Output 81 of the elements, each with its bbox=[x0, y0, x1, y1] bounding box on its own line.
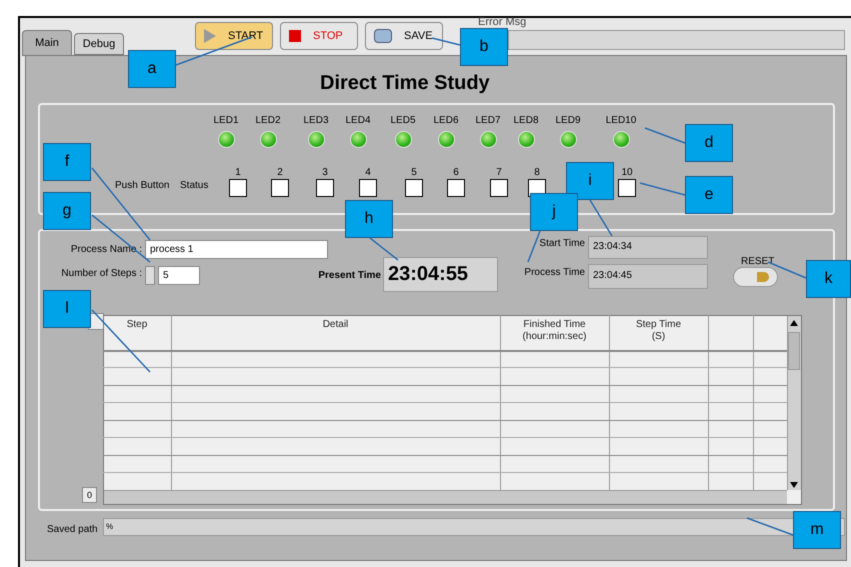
present-time-display: 23:04:55 bbox=[383, 257, 498, 292]
process-time-display: 23:04:45 bbox=[588, 264, 708, 289]
leader-line bbox=[644, 127, 686, 144]
led-label: LED5 bbox=[390, 114, 416, 128]
push-button-label: Push Button bbox=[115, 179, 170, 193]
stop-icon bbox=[289, 30, 301, 42]
led-label: LED6 bbox=[434, 114, 458, 128]
leader-line bbox=[746, 517, 794, 536]
callout-label: a bbox=[128, 50, 176, 88]
start-time-display: 23:04:34 bbox=[588, 236, 708, 259]
button-number: 6 bbox=[453, 166, 459, 180]
steps-field[interactable]: 5 bbox=[158, 266, 200, 285]
panel-title: Direct Time Study bbox=[320, 71, 490, 96]
button-number: 4 bbox=[365, 166, 371, 180]
start-time-label: Start Time bbox=[538, 237, 585, 251]
callout-label: h bbox=[345, 200, 393, 238]
leader-line bbox=[527, 230, 541, 262]
callout-label: j bbox=[530, 193, 578, 231]
scroll-up-icon bbox=[790, 320, 798, 326]
scrollbar-thumb[interactable] bbox=[788, 332, 800, 370]
callout-label: m bbox=[793, 511, 841, 549]
column-subheader: (hour:min:sec) bbox=[522, 331, 586, 343]
spinner-control[interactable] bbox=[145, 266, 155, 285]
process-name-label: Process Name : bbox=[70, 243, 142, 257]
button-number: 8 bbox=[534, 166, 540, 180]
button-number: 7 bbox=[496, 166, 502, 180]
reset-label: RESET bbox=[741, 255, 774, 269]
callout-label: f bbox=[43, 143, 91, 181]
button[interactable]: START bbox=[195, 22, 273, 50]
status-label: Status bbox=[180, 179, 208, 193]
push-button[interactable] bbox=[618, 179, 636, 197]
push-button[interactable] bbox=[490, 179, 508, 197]
tab[interactable]: Debug bbox=[74, 33, 124, 55]
button-number: 10 bbox=[621, 166, 633, 180]
column-header: Finished Time bbox=[523, 319, 586, 331]
button[interactable]: SAVE bbox=[365, 22, 443, 50]
column-subheader: (S) bbox=[652, 331, 666, 343]
callout-label: k bbox=[806, 260, 851, 298]
column-header: Detail bbox=[322, 319, 348, 331]
led-label: LED9 bbox=[556, 114, 580, 128]
led-label: LED7 bbox=[476, 114, 500, 128]
callout-label: d bbox=[685, 124, 733, 162]
push-button[interactable] bbox=[229, 179, 247, 197]
column-header: Step bbox=[126, 319, 148, 331]
leader-line bbox=[589, 200, 613, 236]
led-label: LED3 bbox=[304, 114, 328, 128]
process-name-field[interactable]: process 1 bbox=[145, 240, 328, 259]
push-button[interactable] bbox=[359, 179, 377, 197]
column-header: Step Time bbox=[636, 319, 682, 331]
button[interactable]: STOP bbox=[280, 22, 358, 50]
callout-label: g bbox=[43, 192, 91, 230]
push-button[interactable] bbox=[271, 179, 289, 197]
button-number: 1 bbox=[235, 166, 241, 180]
callout-label: b bbox=[460, 28, 508, 66]
leader-line bbox=[640, 182, 686, 196]
leader-line bbox=[370, 237, 398, 261]
push-button[interactable] bbox=[447, 179, 465, 197]
play-icon bbox=[204, 29, 216, 43]
present-time-label: Present Time bbox=[317, 269, 381, 283]
push-button[interactable] bbox=[316, 179, 334, 197]
tab[interactable]: Main bbox=[22, 30, 72, 56]
leader-line bbox=[432, 37, 460, 46]
led-label: LED10 bbox=[606, 114, 636, 128]
index-display[interactable]: 0 bbox=[82, 487, 97, 503]
horizontal-scrollbar[interactable] bbox=[104, 490, 787, 504]
process-time-label: Process Time bbox=[523, 266, 585, 280]
button-number: 2 bbox=[277, 166, 283, 180]
button-number: 3 bbox=[322, 166, 328, 180]
leader-line bbox=[91, 309, 151, 373]
push-button[interactable] bbox=[405, 179, 423, 197]
button-number: 5 bbox=[411, 166, 417, 180]
error-msg-label: Error Msg bbox=[478, 15, 526, 30]
callout-label: i bbox=[566, 162, 614, 200]
callout-label: l bbox=[43, 290, 91, 328]
callout-label: e bbox=[685, 176, 733, 214]
led-label: LED2 bbox=[256, 114, 280, 128]
led-label: LED4 bbox=[346, 114, 370, 128]
steps-label: Number of Steps : bbox=[60, 267, 142, 281]
led-label: LED8 bbox=[514, 114, 538, 128]
led-label: LED1 bbox=[214, 114, 238, 128]
saved-path-label: Saved path bbox=[47, 523, 98, 537]
